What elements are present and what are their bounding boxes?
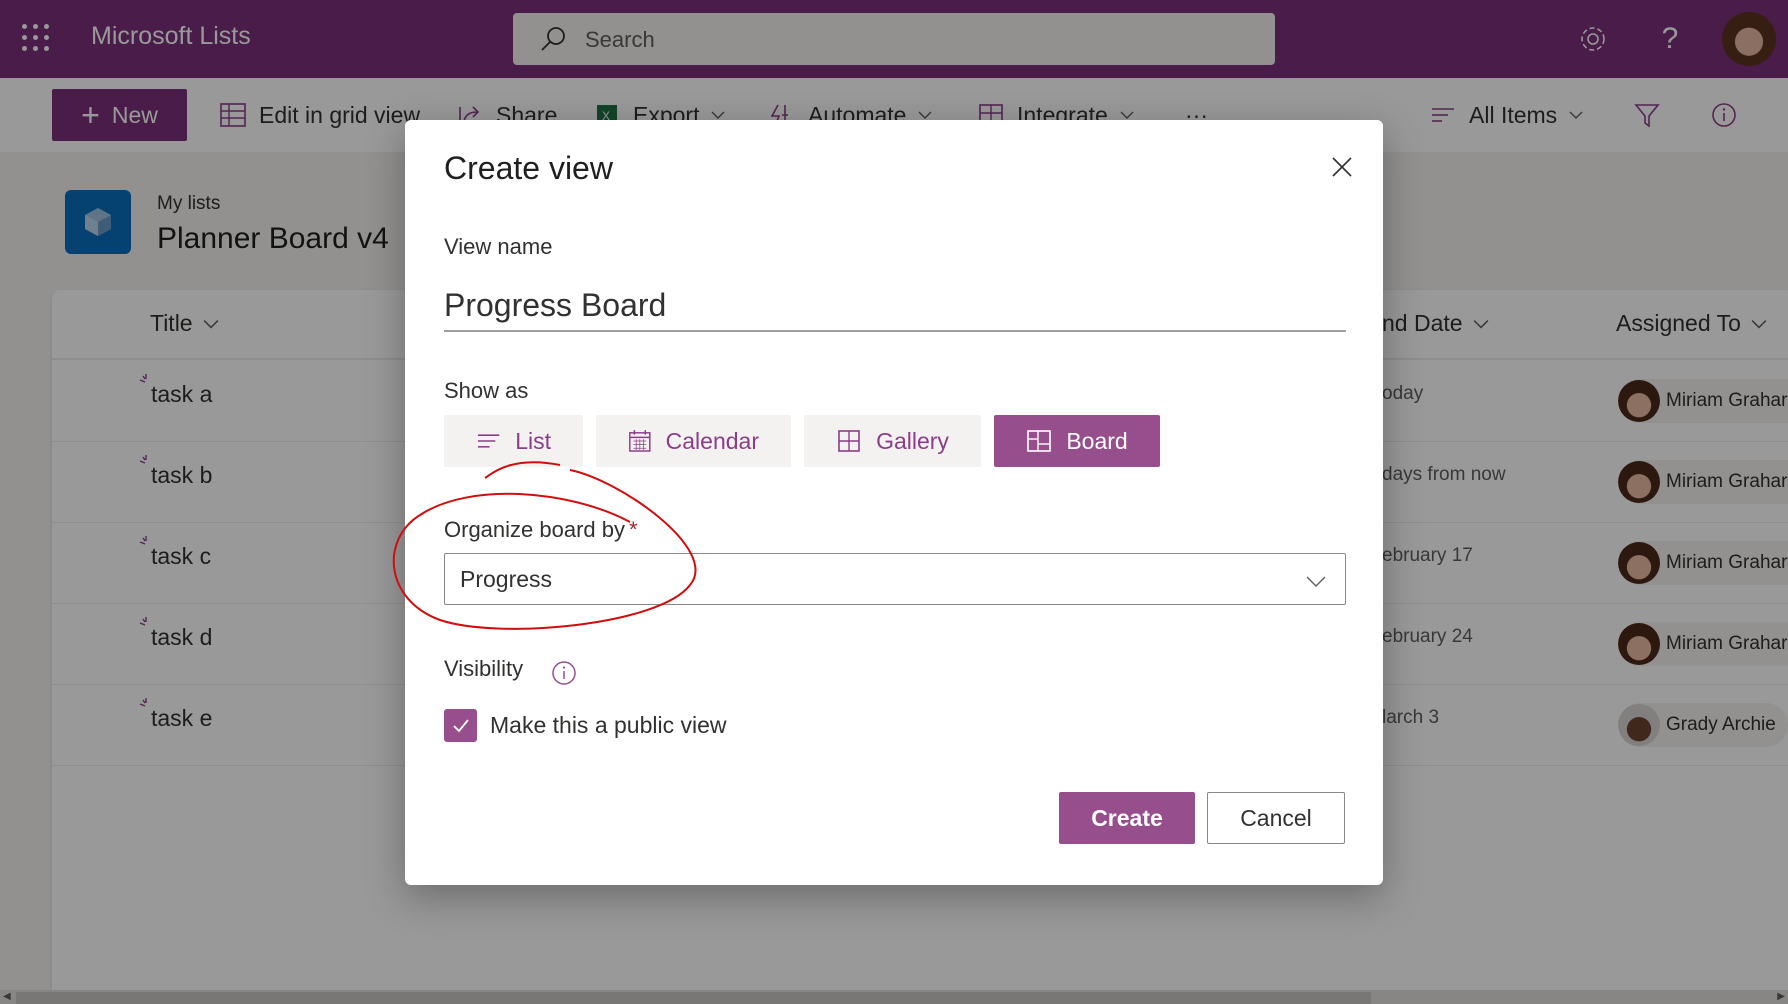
visibility-label: Visibility <box>444 656 524 681</box>
view-type-selector: List Calendar Gallery Board <box>444 415 1160 467</box>
list-icon <box>477 434 500 448</box>
view-type-label: Gallery <box>876 427 949 454</box>
calendar-icon <box>629 430 651 452</box>
organize-board-by-dropdown[interactable]: Progress <box>444 553 1346 605</box>
info-icon[interactable] <box>551 660 577 686</box>
checkmark-icon <box>452 718 469 732</box>
gallery-icon <box>838 430 860 452</box>
close-icon <box>1332 157 1352 177</box>
public-view-label[interactable]: Make this a public view <box>490 712 727 739</box>
board-icon <box>1027 430 1052 452</box>
dropdown-selected-value: Progress <box>460 565 553 592</box>
cancel-button[interactable]: Cancel <box>1207 792 1345 844</box>
create-button[interactable]: Create <box>1059 792 1195 844</box>
view-type-calendar[interactable]: Calendar <box>596 415 791 467</box>
show-as-label: Show as <box>444 378 529 403</box>
view-type-label: Board <box>1066 427 1128 454</box>
view-type-board[interactable]: Board <box>994 415 1160 467</box>
view-type-gallery[interactable]: Gallery <box>804 415 981 467</box>
organize-label-text: Organize board by <box>444 517 625 542</box>
organize-board-by-label: Organize board by * <box>444 517 638 543</box>
view-name-label: View name <box>444 234 553 259</box>
required-marker: * <box>629 517 638 542</box>
public-view-checkbox[interactable] <box>444 709 477 742</box>
create-view-dialog: Create view View name Show as List Calen… <box>405 120 1383 885</box>
view-type-label: List <box>515 427 551 454</box>
close-button[interactable] <box>1327 152 1357 182</box>
view-type-list[interactable]: List <box>444 415 583 467</box>
view-type-label: Calendar <box>665 427 759 454</box>
dialog-title: Create view <box>444 150 613 186</box>
view-name-input[interactable] <box>444 280 1346 332</box>
chevron-down-icon <box>1306 576 1326 587</box>
